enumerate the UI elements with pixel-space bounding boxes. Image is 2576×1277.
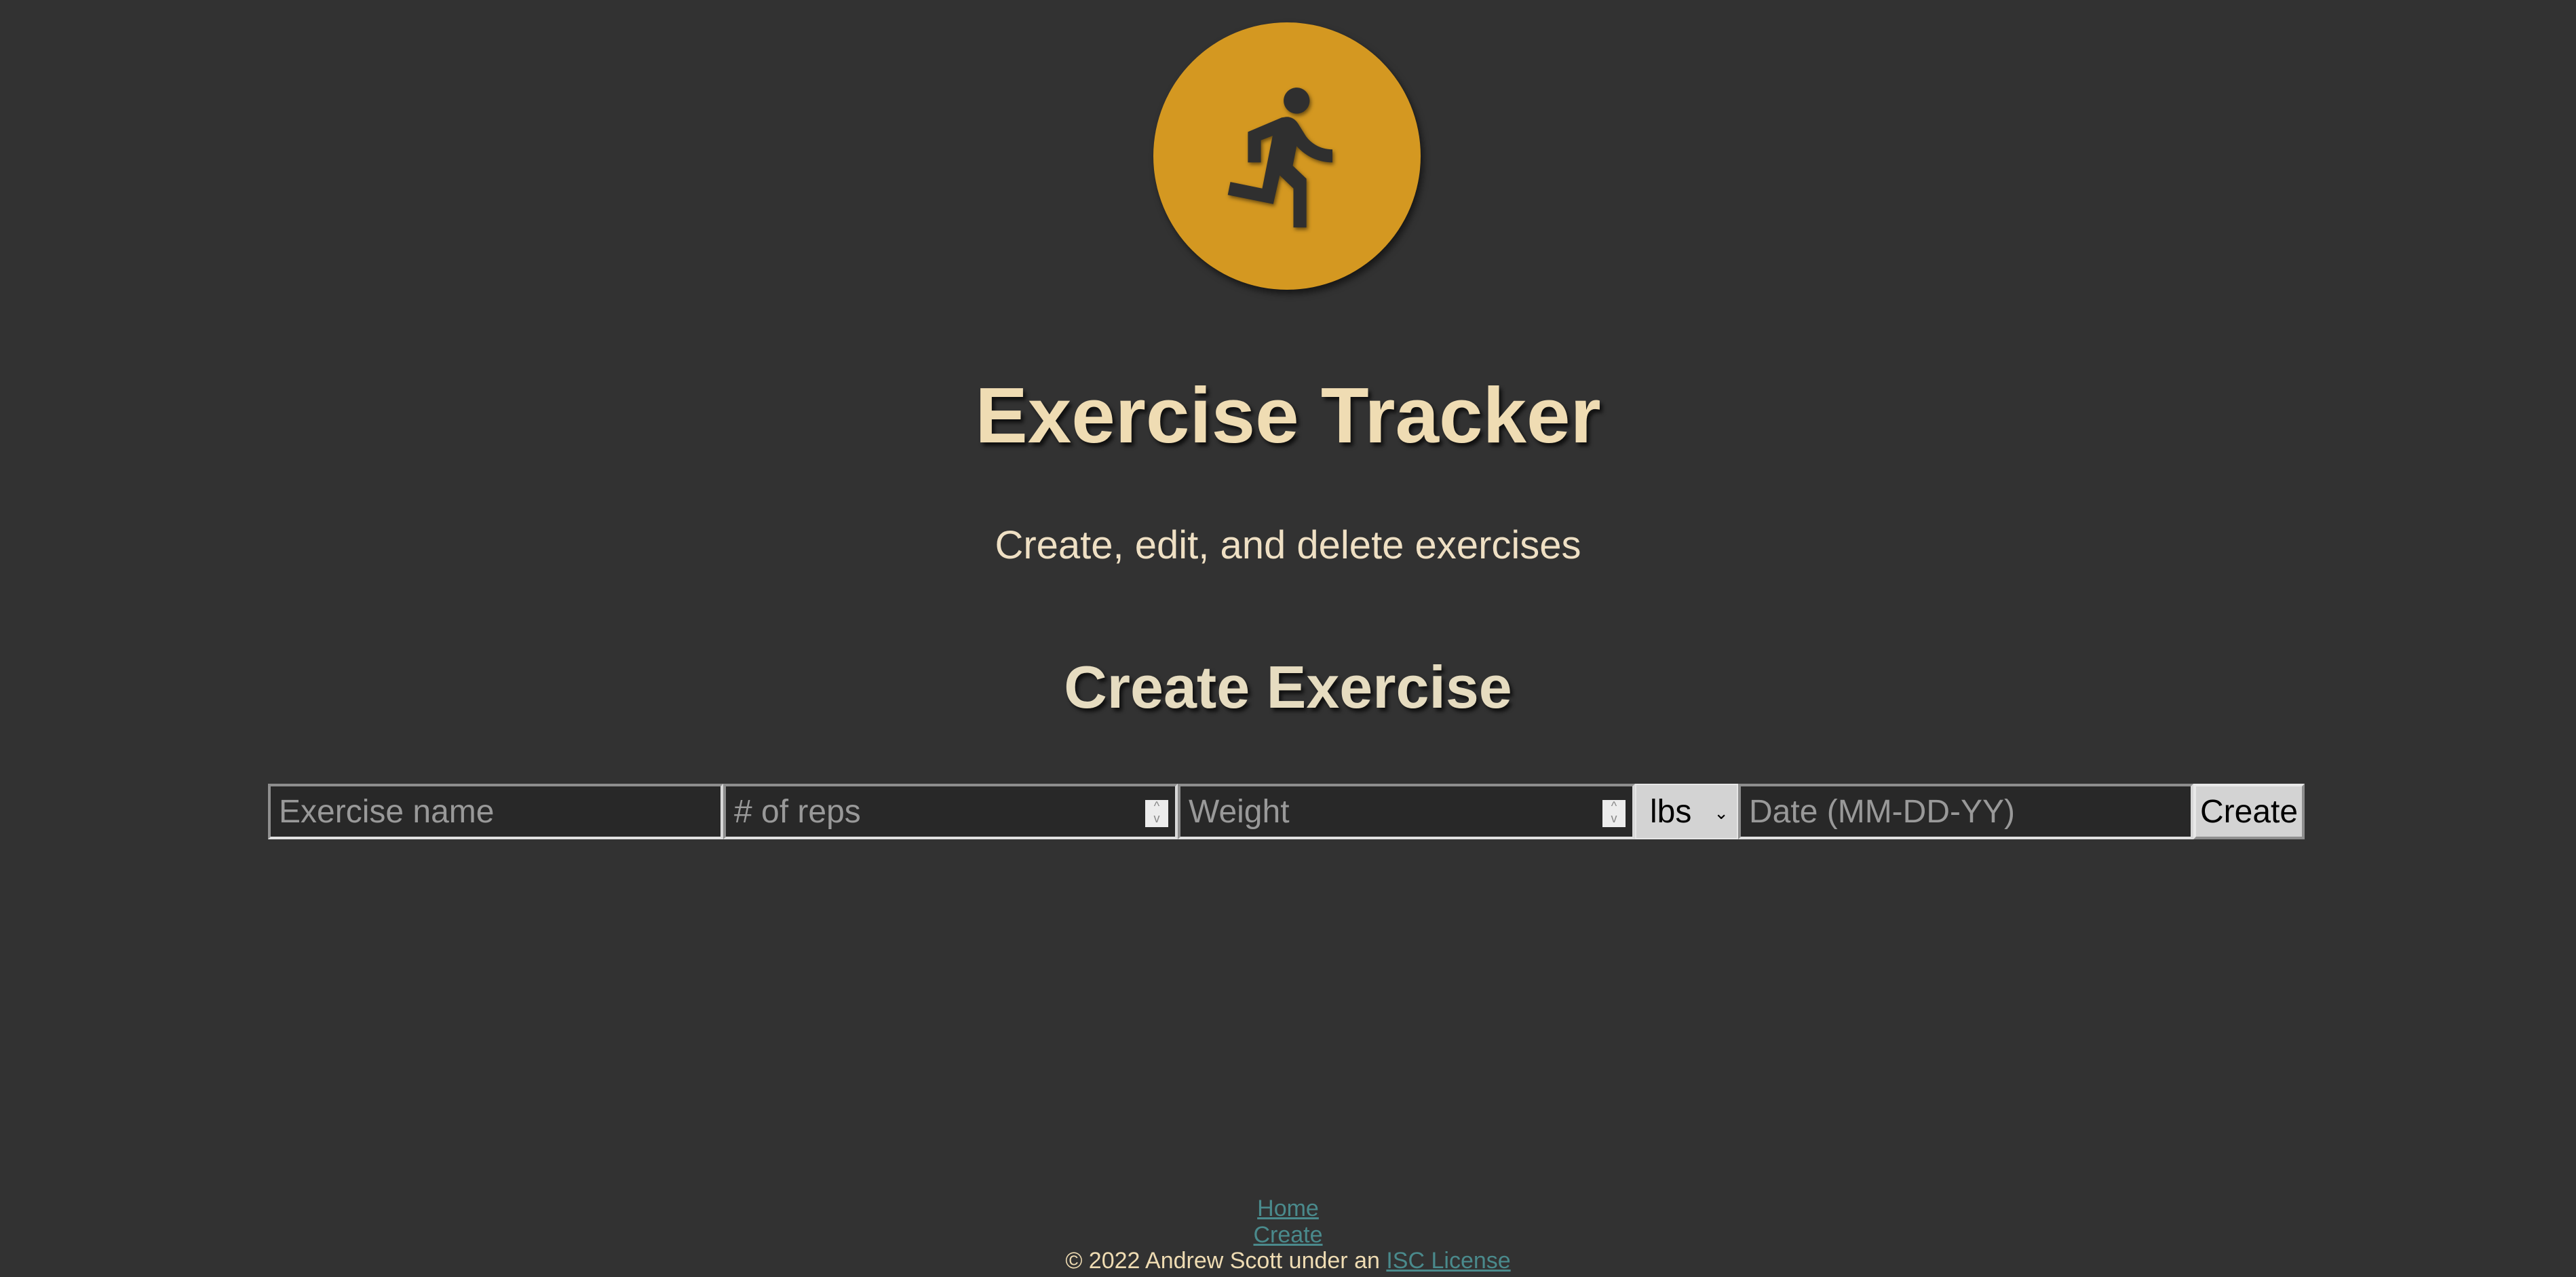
- footer-nav-create: Create: [0, 1222, 2576, 1249]
- spinner-icon[interactable]: ^ v: [1145, 800, 1168, 827]
- logo: [1153, 22, 1421, 290]
- create-button[interactable]: Create: [2193, 784, 2305, 839]
- placeholder: Exercise name: [279, 793, 495, 830]
- create-link[interactable]: Create: [1253, 1222, 1322, 1248]
- footer-copyright: © 2022 Andrew Scott under an ISC License: [0, 1248, 2576, 1274]
- spinner-icon[interactable]: ^ v: [1602, 800, 1626, 827]
- form-heading: Create Exercise: [1064, 653, 1512, 721]
- chevron-down-icon: ⌄: [1714, 803, 1729, 823]
- copyright-text: © 2022 Andrew Scott under an: [1065, 1248, 1380, 1274]
- unit-value: lbs: [1650, 793, 1692, 830]
- page-title: Exercise Tracker: [975, 371, 1601, 459]
- exercise-name-input[interactable]: Exercise name: [268, 784, 723, 839]
- weight-input[interactable]: Weight ^ v: [1178, 784, 1635, 839]
- page-subtitle: Create, edit, and delete exercises: [995, 523, 1581, 567]
- footer-nav-home: Home: [0, 1196, 2576, 1222]
- placeholder: # of reps: [734, 793, 861, 830]
- unit-select[interactable]: lbs ⌄: [1635, 784, 1738, 839]
- create-exercise-form: Exercise name # of reps ^ v Weight ^ v lbs ⌄ …: [268, 784, 2305, 839]
- reps-input[interactable]: # of reps ^ v: [723, 784, 1178, 839]
- date-input[interactable]: Date (MM-DD-YY): [1738, 784, 2193, 839]
- placeholder: Date (MM-DD-YY): [1749, 793, 2015, 830]
- home-link[interactable]: Home: [1257, 1196, 1319, 1221]
- placeholder: Weight: [1189, 793, 1290, 830]
- running-person-icon: [1227, 88, 1332, 228]
- license-link[interactable]: ISC License: [1386, 1248, 1510, 1274]
